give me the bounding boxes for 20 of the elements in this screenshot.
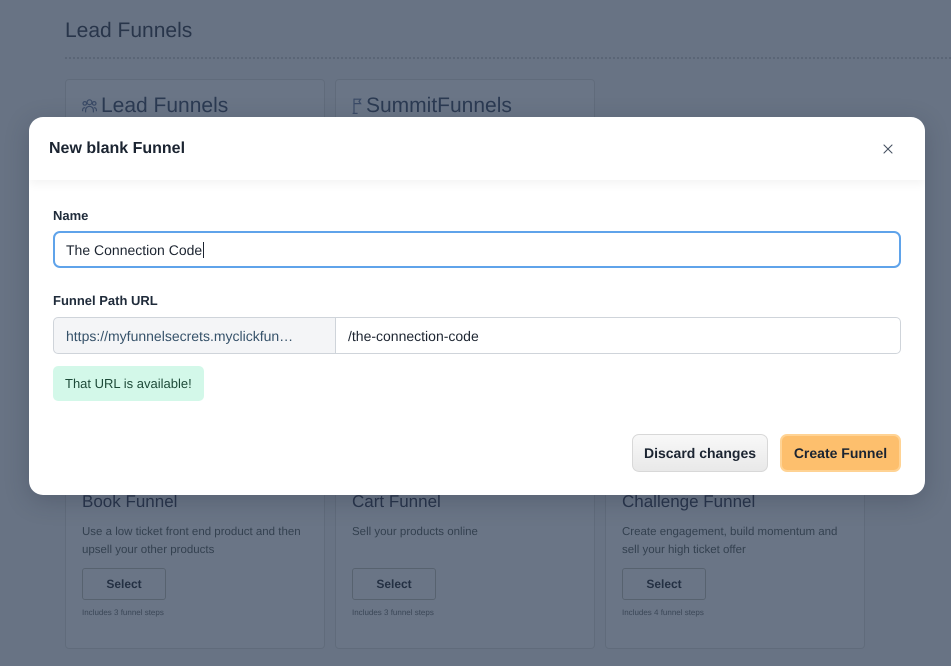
name-input-field[interactable]: The Connection Code [53,231,901,268]
users-icon [82,99,97,113]
card-title: Book Funnel [82,492,178,512]
availability-message: That URL is available! [53,366,204,401]
card-title: SummitFunnels [366,95,512,117]
card-description: Sell your products online [352,525,479,540]
card-title: Challenge Funnel [622,492,756,512]
modal-title: New blank Funnel [49,140,186,158]
field-label: Name [53,208,88,224]
url-path-input[interactable]: /the-connection-code [336,317,901,354]
card-description: Create engagement, build momentum and sell your high ticket offer [622,525,838,558]
card-title: Cart Funnel [352,492,441,512]
create-button[interactable]: Create Funnel [780,434,901,472]
field-label: Funnel Path URL [53,293,158,309]
discard-button[interactable]: Discard changes [632,434,768,472]
card-title: Lead Funnels [101,95,228,117]
url-prefix: https://myfunnelsecrets.myclickfun… [53,317,336,354]
page-title: Lead Funnels [65,19,192,43]
flag-icon [352,98,362,114]
card-description: Use a low ticket front end product and then upsell your other products [82,525,302,558]
